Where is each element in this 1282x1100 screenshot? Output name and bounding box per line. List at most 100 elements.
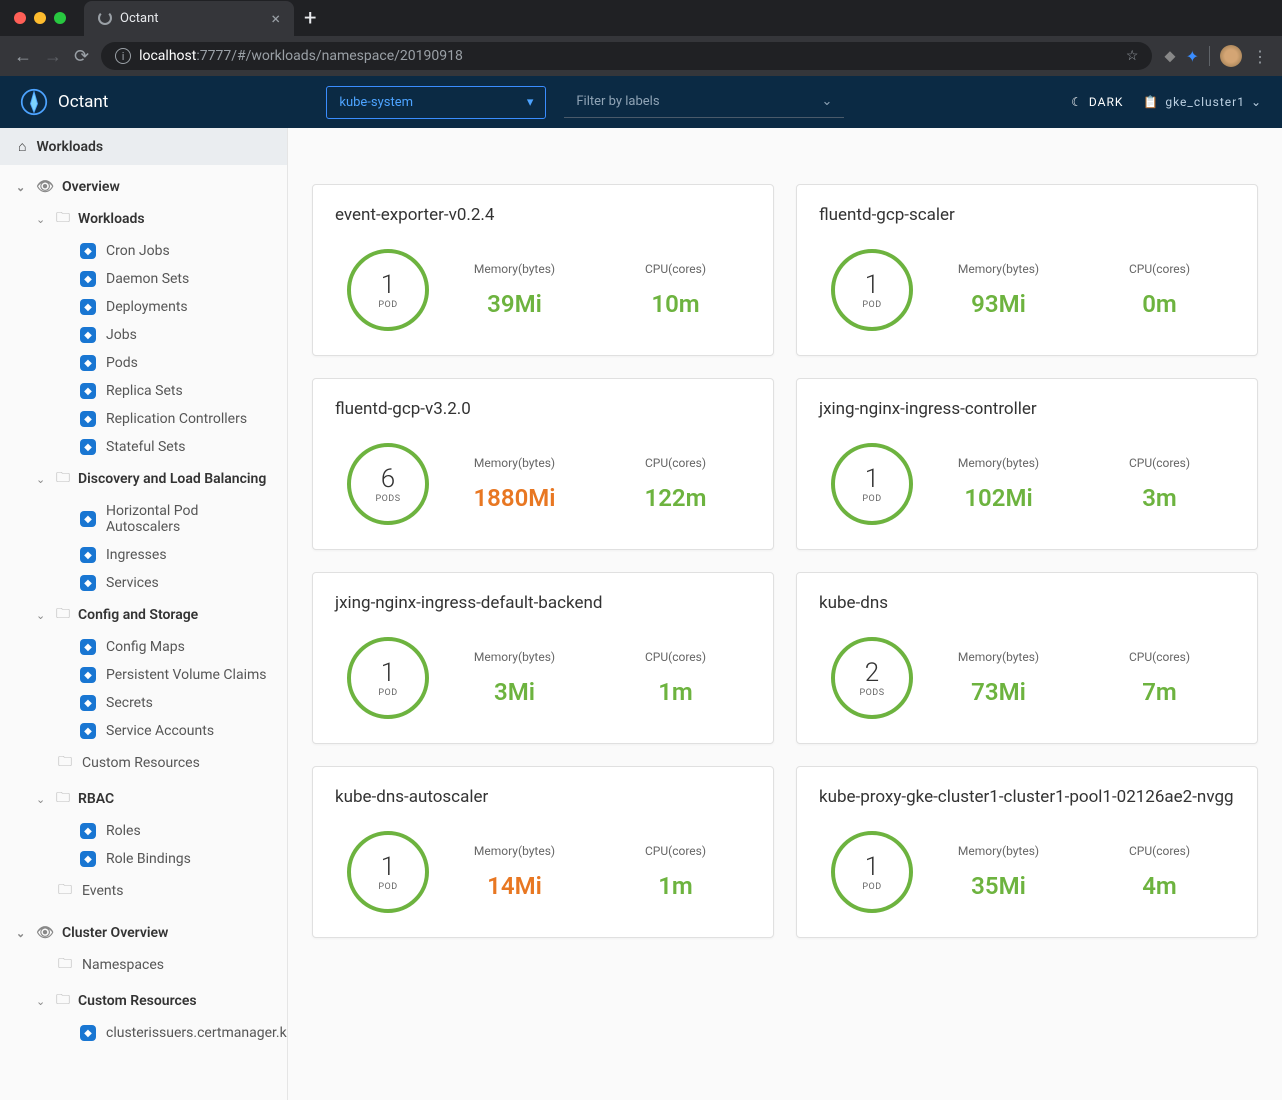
item-label: Replica Sets	[106, 383, 183, 399]
extension-icon[interactable]: ✦	[1186, 47, 1199, 66]
cpu-metric: CPU(cores)122m	[600, 456, 751, 512]
cluster-selector[interactable]: 📋 gke_cluster1 ⌄	[1143, 95, 1262, 109]
sidebar-item[interactable]: ◆ Ingresses	[0, 541, 287, 569]
octant-logo-icon	[20, 88, 48, 116]
sidebar-section-cluster-overview[interactable]: ⌄ 👁 Cluster Overview	[0, 919, 287, 947]
card-title: kube-proxy-gke-cluster1-cluster1-pool1-0…	[819, 787, 1235, 807]
workload-card[interactable]: jxing-nginx-ingress-controller1PODMemory…	[796, 378, 1258, 550]
sidebar-top-item[interactable]: ⌂ Workloads	[0, 128, 287, 165]
cpu-value: 1m	[600, 872, 751, 900]
site-info-icon[interactable]: i	[115, 48, 131, 64]
back-icon[interactable]: ←	[14, 46, 32, 67]
sidebar-item[interactable]: ◆Pods	[0, 349, 287, 377]
resource-icon: ◆	[80, 299, 96, 315]
memory-metric: Memory(bytes)93Mi	[923, 262, 1074, 318]
item-label: clusterissuers.certmanager.k8	[106, 1025, 288, 1041]
sidebar-section-overview[interactable]: ⌄ 👁 Overview	[0, 173, 287, 201]
memory-metric: Memory(bytes)1880Mi	[439, 456, 590, 512]
sidebar-item[interactable]: ◆Jobs	[0, 321, 287, 349]
sidebar-item[interactable]: ◆Daemon Sets	[0, 265, 287, 293]
cpu-value: 0m	[1084, 290, 1235, 318]
item-label: Daemon Sets	[106, 271, 189, 287]
workload-card[interactable]: fluentd-gcp-scaler1PODMemory(bytes)93MiC…	[796, 184, 1258, 356]
metric-label: Memory(bytes)	[923, 456, 1074, 470]
minimize-window-icon[interactable]	[34, 12, 46, 24]
url-host: localhost	[139, 48, 196, 64]
workload-card[interactable]: event-exporter-v0.2.41PODMemory(bytes)39…	[312, 184, 774, 356]
resource-icon: ◆	[80, 547, 96, 563]
sidebar-item-events[interactable]: 🗀 Events	[0, 873, 287, 909]
chevron-down-icon: ⌄	[36, 793, 48, 806]
workload-card[interactable]: fluentd-gcp-v3.2.06PODSMemory(bytes)1880…	[312, 378, 774, 550]
section-label: Custom Resources	[78, 993, 197, 1009]
item-label: Cron Jobs	[106, 243, 170, 259]
moon-icon: ☾	[1071, 95, 1083, 109]
resource-icon: ◆	[80, 851, 96, 867]
home-icon: ⌂	[18, 138, 26, 155]
new-tab-button[interactable]: +	[304, 6, 316, 31]
item-label: Ingresses	[106, 547, 167, 563]
card-title: fluentd-gcp-scaler	[819, 205, 1235, 225]
workload-card[interactable]: jxing-nginx-ingress-default-backend1PODM…	[312, 572, 774, 744]
profile-avatar[interactable]	[1220, 45, 1242, 67]
sidebar-section-discovery[interactable]: ⌄ 🗀 Discovery and Load Balancing	[0, 461, 287, 497]
pod-label: PODS	[859, 688, 884, 698]
sidebar-item[interactable]: ◆Secrets	[0, 689, 287, 717]
card-body: 1PODMemory(bytes)35MiCPU(cores)4m	[819, 831, 1235, 913]
sidebar-section-rbac[interactable]: ⌄ 🗀 RBAC	[0, 781, 287, 817]
chevron-down-icon: ▾	[527, 95, 534, 110]
maximize-window-icon[interactable]	[54, 12, 66, 24]
sidebar-section-custom-resources-2[interactable]: ⌄ 🗀 Custom Resources	[0, 983, 287, 1019]
namespace-select[interactable]: kube-system ▾	[326, 86, 546, 119]
app-header: Octant kube-system ▾ Filter by labels ⌄ …	[0, 76, 1282, 128]
memory-value: 3Mi	[439, 678, 590, 706]
forward-icon[interactable]: →	[44, 46, 62, 67]
sidebar-section-config[interactable]: ⌄ 🗀 Config and Storage	[0, 597, 287, 633]
close-window-icon[interactable]	[14, 12, 26, 24]
metric-label: Memory(bytes)	[923, 844, 1074, 858]
item-label: Persistent Volume Claims	[106, 667, 266, 683]
sidebar-item-custom-resources[interactable]: 🗀 Custom Resources	[0, 745, 287, 781]
sidebar-item[interactable]: ◆Roles	[0, 817, 287, 845]
chevron-down-icon: ⌄	[1251, 95, 1262, 109]
extension-icon[interactable]: ⬥	[1164, 46, 1175, 66]
section-label: Cluster Overview	[62, 925, 168, 941]
resource-icon: ◆	[80, 243, 96, 259]
item-label: Horizontal Pod Autoscalers	[106, 503, 271, 535]
label-filter-input[interactable]: Filter by labels ⌄	[564, 86, 844, 118]
close-tab-icon[interactable]: ×	[271, 9, 280, 28]
reload-icon[interactable]: ⟳	[74, 46, 89, 67]
sidebar-item[interactable]: ◆Config Maps	[0, 633, 287, 661]
sidebar-item-namespaces[interactable]: 🗀 Namespaces	[0, 947, 287, 983]
workload-card[interactable]: kube-proxy-gke-cluster1-cluster1-pool1-0…	[796, 766, 1258, 938]
sidebar-item[interactable]: ◆Replica Sets	[0, 377, 287, 405]
menu-icon[interactable]: ⋮	[1252, 47, 1268, 66]
sidebar-item[interactable]: ◆Service Accounts	[0, 717, 287, 745]
pod-circle: 1POD	[347, 831, 429, 913]
sidebar-item-clusterissuers[interactable]: ◆ clusterissuers.certmanager.k8	[0, 1019, 287, 1047]
workload-card[interactable]: kube-dns-autoscaler1PODMemory(bytes)14Mi…	[312, 766, 774, 938]
dark-mode-toggle[interactable]: ☾ DARK	[1071, 95, 1123, 109]
sidebar-item[interactable]: ◆Stateful Sets	[0, 433, 287, 461]
namespace-value: kube-system	[339, 95, 413, 110]
url-bar[interactable]: i localhost:7777/#/workloads/namespace/2…	[101, 42, 1152, 70]
sidebar-item[interactable]: ◆Replication Controllers	[0, 405, 287, 433]
resource-icon: ◆	[80, 355, 96, 371]
folder-icon: 🗀	[58, 953, 72, 977]
metric-label: CPU(cores)	[600, 456, 751, 470]
sidebar-item[interactable]: ◆Horizontal Pod Autoscalers	[0, 497, 287, 541]
sidebar-item[interactable]: ◆Persistent Volume Claims	[0, 661, 287, 689]
workload-card[interactable]: kube-dns2PODSMemory(bytes)73MiCPU(cores)…	[796, 572, 1258, 744]
sidebar-item[interactable]: ◆ Cron Jobs	[0, 237, 287, 265]
bookmark-star-icon[interactable]: ☆	[1126, 48, 1139, 64]
memory-value: 35Mi	[923, 872, 1074, 900]
app-logo[interactable]: Octant	[20, 88, 108, 116]
sidebar-item[interactable]: ◆Services	[0, 569, 287, 597]
sidebar-section-workloads[interactable]: ⌄ 🗀 Workloads	[0, 201, 287, 237]
workload-grid: event-exporter-v0.2.41PODMemory(bytes)39…	[312, 184, 1258, 938]
folder-icon: 🗀	[56, 603, 70, 627]
sidebar-item[interactable]: ◆Role Bindings	[0, 845, 287, 873]
sidebar-item[interactable]: ◆Deployments	[0, 293, 287, 321]
browser-tab[interactable]: Octant ×	[84, 1, 294, 36]
card-title: jxing-nginx-ingress-default-backend	[335, 593, 751, 613]
